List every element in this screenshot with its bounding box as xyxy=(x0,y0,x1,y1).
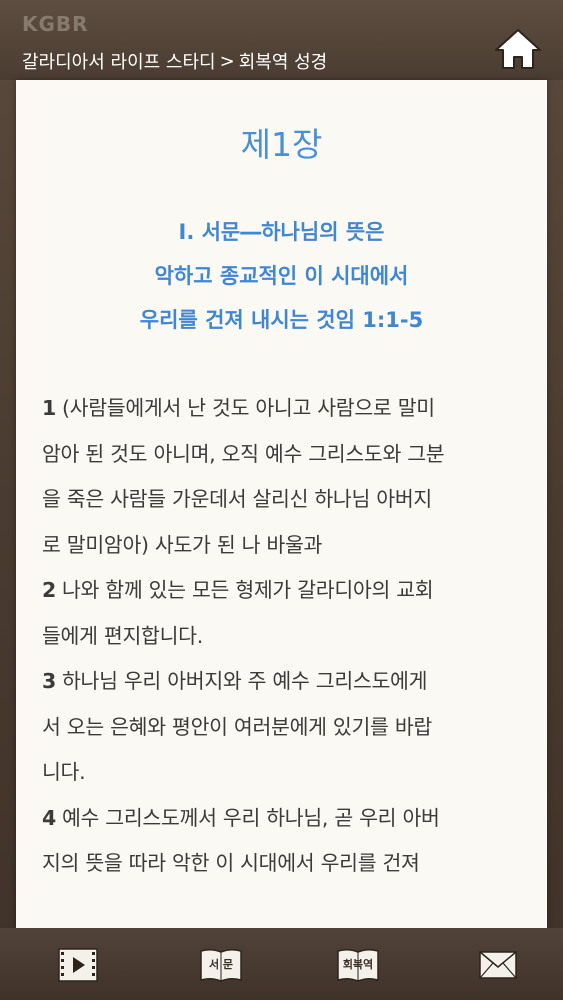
recovery-label: 회복역 xyxy=(342,958,374,971)
intro-button[interactable]: 서 문 xyxy=(196,942,246,988)
verse-number: 2 xyxy=(42,578,56,602)
verse-number: 1 xyxy=(42,396,56,420)
book-icon: 회복역 xyxy=(336,947,380,983)
intro-label: 서 문 xyxy=(208,958,234,971)
section-heading-line: 우리를 건져 내시는 것임 1:1-5 xyxy=(139,308,424,332)
breadcrumb-separator: > xyxy=(219,50,235,72)
section-heading: Ⅰ. 서문―하나님의 뜻은 악하고 종교적인 이 시대에서 우리를 건져 내시는… xyxy=(16,210,547,342)
verse-line: 1 (사람들에게서 난 것도 아니고 사람으로 말미 xyxy=(42,386,522,432)
verse-text: 을 죽은 사람들 가운데서 살리신 하나님 아버지 xyxy=(42,487,432,511)
chapter-title: 제1장 xyxy=(240,125,323,164)
bottom-nav: 서 문 회복역 xyxy=(0,928,563,1000)
verse-line: 들에게 편지합니다. xyxy=(42,614,522,660)
verse-text: 예수 그리스도께서 우리 하나님, 곧 우리 아버 xyxy=(61,805,440,830)
scripture-page: 제1장 Ⅰ. 서문―하나님의 뜻은 악하고 종교적인 이 시대에서 우리를 건져… xyxy=(16,80,547,928)
verse-number: 4 xyxy=(42,805,56,830)
verse-line: 니다. xyxy=(42,750,522,796)
verse-text: 지의 뜻을 따라 악한 이 시대에서 우리를 건져 xyxy=(42,851,420,875)
verse-number: 3 xyxy=(42,669,56,693)
recovery-version-button[interactable]: 회복역 xyxy=(333,942,383,988)
verse-line: 2 나와 함께 있는 모든 형제가 갈라디아의 교회 xyxy=(42,568,522,614)
mail-button[interactable] xyxy=(476,942,520,988)
section-heading-line: Ⅰ. 서문―하나님의 뜻은 xyxy=(178,220,385,244)
top-bar: KGBR 갈라디아서 라이프 스타디 > 회복역 성경 xyxy=(0,0,563,80)
verse-line: 서 오는 은혜와 평안이 여러분에게 있기를 바랍 xyxy=(42,705,522,751)
verse-line: 지의 뜻을 따라 악한 이 시대에서 우리를 건져 xyxy=(42,841,522,887)
home-icon xyxy=(495,29,541,69)
breadcrumb-parent[interactable]: 갈라디아서 라이프 스타디 xyxy=(22,48,216,74)
verse-text: (사람들에게서 난 것도 아니고 사람으로 말미 xyxy=(61,396,435,420)
breadcrumb-current: 회복역 성경 xyxy=(238,52,328,73)
verse-list: 1 (사람들에게서 난 것도 아니고 사람으로 말미 암아 된 것도 아니며, 오… xyxy=(42,386,522,887)
verse-line: 암아 된 것도 아니며, 오직 예수 그리스도와 그분 xyxy=(42,432,522,478)
verse-text: 서 오는 은혜와 평안이 여러분에게 있기를 바랍 xyxy=(42,714,432,739)
verse-text: 나와 함께 있는 모든 형제가 갈라디아의 교회 xyxy=(61,578,434,602)
book-icon: 서 문 xyxy=(199,947,243,983)
verse-line: 을 죽은 사람들 가운데서 살리신 하나님 아버지 xyxy=(42,477,522,523)
verse-line: 3 하나님 우리 아버지와 주 예수 그리스도에게 xyxy=(42,659,522,705)
breadcrumb: 갈라디아서 라이프 스타디 > 회복역 성경 xyxy=(22,46,327,76)
section-heading-line: 악하고 종교적인 이 시대에서 xyxy=(154,264,409,288)
verse-text: 암아 된 것도 아니며, 오직 예수 그리스도와 그분 xyxy=(42,441,445,466)
verse-text: 들에게 편지합니다. xyxy=(42,623,203,648)
verse-text: 로 말미암아) 사도가 된 나 바울과 xyxy=(42,532,323,557)
home-button[interactable] xyxy=(489,24,547,74)
verse-text: 하나님 우리 아버지와 주 예수 그리스도에게 xyxy=(61,669,428,693)
kgbr-logo: KGBR xyxy=(22,12,89,36)
verse-line: 4 예수 그리스도께서 우리 하나님, 곧 우리 아버 xyxy=(42,796,522,842)
play-button[interactable] xyxy=(56,942,100,988)
play-icon xyxy=(58,948,98,982)
verse-line: 로 말미암아) 사도가 된 나 바울과 xyxy=(42,523,522,569)
mail-icon xyxy=(479,951,517,979)
verse-text: 니다. xyxy=(42,760,86,784)
